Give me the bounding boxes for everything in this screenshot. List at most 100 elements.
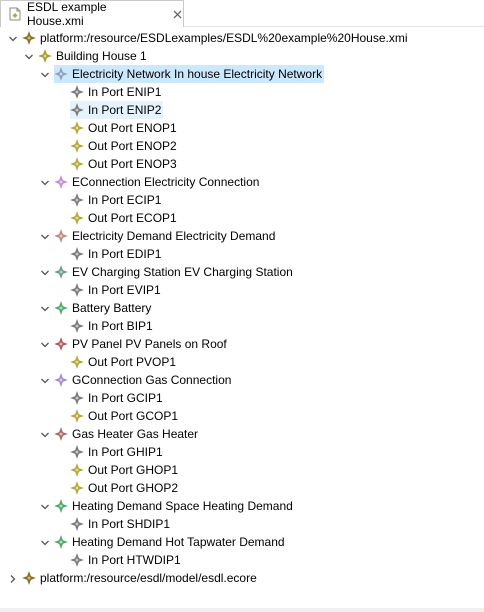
tree-node[interactable]: In Port EDIP1: [70, 245, 163, 263]
expand-arrow-icon[interactable]: [40, 231, 50, 241]
tree-row[interactable]: platform:/resource/ESDLexamples/ESDL%20e…: [0, 29, 484, 47]
tree-row[interactable]: Gas Heater Gas Heater: [0, 425, 484, 443]
expand-arrow-icon[interactable]: [40, 177, 50, 187]
tree-node[interactable]: EV Charging Station EV Charging Station: [54, 263, 295, 281]
resource-icon: [22, 31, 36, 45]
in-port-icon: [70, 517, 84, 531]
tree-row[interactable]: Out Port ENOP2: [0, 137, 484, 155]
tree-row[interactable]: EV Charging Station EV Charging Station: [0, 263, 484, 281]
tree-row[interactable]: PV Panel PV Panels on Roof: [0, 335, 484, 353]
tree-row[interactable]: In Port ENIP2: [0, 101, 484, 119]
tree-row[interactable]: Heating Demand Space Heating Demand: [0, 497, 484, 515]
expand-arrow-icon[interactable]: [8, 33, 18, 43]
asset-icon: [54, 499, 68, 513]
tree-row[interactable]: In Port HTWDIP1: [0, 551, 484, 569]
tree-node[interactable]: Building House 1: [38, 47, 149, 65]
out-port-icon: [70, 121, 84, 135]
tree-node[interactable]: Heating Demand Space Heating Demand: [54, 497, 295, 515]
tree-node[interactable]: PV Panel PV Panels on Roof: [54, 335, 229, 353]
tree-node[interactable]: In Port ECIP1: [70, 191, 163, 209]
expand-arrow-icon[interactable]: [40, 537, 50, 547]
tree-node[interactable]: Heating Demand Hot Tapwater Demand: [54, 533, 287, 551]
expand-arrow-icon[interactable]: [40, 429, 50, 439]
tree-row[interactable]: Out Port PVOP1: [0, 353, 484, 371]
tree-row[interactable]: In Port EDIP1: [0, 245, 484, 263]
tree-row[interactable]: In Port BIP1: [0, 317, 484, 335]
asset-icon: [54, 535, 68, 549]
tree-node-label: Out Port ECOP1: [88, 211, 177, 225]
tree-row[interactable]: In Port EVIP1: [0, 281, 484, 299]
tree-node-label: In Port BIP1: [88, 319, 153, 333]
collapse-arrow-icon[interactable]: [8, 573, 18, 583]
tree-row[interactable]: Building House 1: [0, 47, 484, 65]
tree-row[interactable]: In Port GHIP1: [0, 443, 484, 461]
tree-row[interactable]: Out Port ENOP3: [0, 155, 484, 173]
tree-row[interactable]: In Port ECIP1: [0, 191, 484, 209]
tree-node[interactable]: Out Port GHOP2: [70, 479, 180, 497]
out-port-icon: [70, 481, 84, 495]
expand-arrow-icon[interactable]: [24, 51, 34, 61]
tree-row[interactable]: Out Port ENOP1: [0, 119, 484, 137]
tree-node[interactable]: platform:/resource/ESDLexamples/ESDL%20e…: [22, 29, 410, 47]
tree-node-label: EV Charging Station EV Charging Station: [72, 265, 293, 279]
tree-node[interactable]: Battery Battery: [54, 299, 153, 317]
tree-row[interactable]: Out Port GHOP2: [0, 479, 484, 497]
tree-node-label: EConnection Electricity Connection: [72, 175, 260, 189]
tree-node-label: In Port ECIP1: [88, 193, 162, 207]
expand-arrow-icon[interactable]: [40, 375, 50, 385]
tree-row[interactable]: Electricity Network In house Electricity…: [0, 65, 484, 83]
tree-node[interactable]: Out Port ENOP2: [70, 137, 179, 155]
in-port-icon: [70, 553, 84, 567]
tree-node[interactable]: Electricity Demand Electricity Demand: [54, 227, 277, 245]
tree-node[interactable]: Out Port GHOP1: [70, 461, 180, 479]
tree-node[interactable]: Out Port ENOP3: [70, 155, 179, 173]
tree-node[interactable]: In Port GCIP1: [70, 389, 165, 407]
tree-node[interactable]: Electricity Network In house Electricity…: [54, 65, 325, 83]
tree-node[interactable]: GConnection Gas Connection: [54, 371, 233, 389]
tree-node-label: In Port GHIP1: [88, 445, 163, 459]
tree-node-label: In Port ENIP2: [88, 103, 162, 117]
tree-row[interactable]: In Port SHDIP1: [0, 515, 484, 533]
tree-row[interactable]: EConnection Electricity Connection: [0, 173, 484, 191]
tree-row[interactable]: GConnection Gas Connection: [0, 371, 484, 389]
asset-icon: [54, 337, 68, 351]
tree-node[interactable]: In Port ENIP2: [70, 101, 164, 119]
tree-node[interactable]: Out Port ECOP1: [70, 209, 179, 227]
in-port-icon: [70, 445, 84, 459]
expand-arrow-icon[interactable]: [40, 339, 50, 349]
tree-row[interactable]: In Port GCIP1: [0, 389, 484, 407]
out-port-icon: [70, 139, 84, 153]
tree-node[interactable]: Out Port ENOP1: [70, 119, 179, 137]
tree-node[interactable]: In Port SHDIP1: [70, 515, 172, 533]
tree-node-label: In Port EVIP1: [88, 283, 161, 297]
tree-row[interactable]: Heating Demand Hot Tapwater Demand: [0, 533, 484, 551]
in-port-icon: [70, 103, 84, 117]
tree-row[interactable]: Out Port ECOP1: [0, 209, 484, 227]
editor-tab[interactable]: ESDL example House.xmi: [0, 0, 184, 28]
tree-node[interactable]: Out Port GCOP1: [70, 407, 180, 425]
tree-row[interactable]: Battery Battery: [0, 299, 484, 317]
tree-node[interactable]: In Port EVIP1: [70, 281, 163, 299]
tree-node[interactable]: In Port GHIP1: [70, 443, 165, 461]
expand-arrow-icon[interactable]: [40, 303, 50, 313]
tree-node[interactable]: In Port BIP1: [70, 317, 155, 335]
tree-node[interactable]: In Port ENIP1: [70, 83, 163, 101]
expand-arrow-icon[interactable]: [40, 69, 50, 79]
close-tab-icon[interactable]: [172, 9, 183, 20]
expand-arrow-icon[interactable]: [40, 267, 50, 277]
tree-node[interactable]: Gas Heater Gas Heater: [54, 425, 200, 443]
tree-node[interactable]: In Port HTWDIP1: [70, 551, 183, 569]
horizontal-scrollbar[interactable]: [0, 608, 484, 612]
tree-row[interactable]: Out Port GCOP1: [0, 407, 484, 425]
tree-node[interactable]: Out Port PVOP1: [70, 353, 178, 371]
tree-node[interactable]: EConnection Electricity Connection: [54, 173, 261, 191]
tree-row[interactable]: Electricity Demand Electricity Demand: [0, 227, 484, 245]
expand-arrow-icon[interactable]: [40, 501, 50, 511]
tree-row[interactable]: platform:/resource/esdl/model/esdl.ecore: [0, 569, 484, 587]
xmi-file-icon: [8, 7, 22, 21]
tree-node-label: Out Port GHOP2: [88, 481, 179, 495]
tree-row[interactable]: Out Port GHOP1: [0, 461, 484, 479]
tree-row[interactable]: In Port ENIP1: [0, 83, 484, 101]
resource-tree[interactable]: platform:/resource/ESDLexamples/ESDL%20e…: [0, 28, 484, 612]
tree-node[interactable]: platform:/resource/esdl/model/esdl.ecore: [22, 569, 259, 587]
